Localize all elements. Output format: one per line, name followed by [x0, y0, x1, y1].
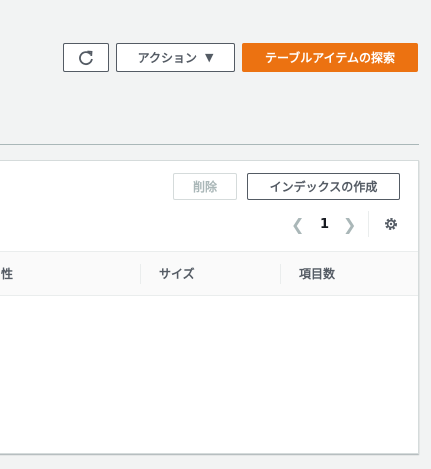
section-divider: [0, 144, 419, 145]
chevron-left-icon: ❮: [291, 214, 305, 234]
explore-items-button[interactable]: テーブルアイテムの探索: [242, 43, 418, 72]
delete-button[interactable]: 削除: [173, 173, 237, 200]
preferences-button[interactable]: [383, 211, 399, 237]
column-separator: [280, 264, 281, 284]
create-index-button[interactable]: インデックスの作成: [247, 173, 400, 200]
column-header-item-count[interactable]: 項目数: [299, 252, 335, 295]
column-separator: [140, 264, 141, 284]
caret-down-icon: ▼: [204, 51, 214, 64]
actions-label: アクション: [137, 51, 197, 65]
gear-icon: [385, 218, 397, 230]
page-number[interactable]: 1: [320, 211, 329, 237]
refresh-icon: [79, 50, 93, 65]
pager-separator: [368, 211, 369, 237]
refresh-button[interactable]: [63, 43, 109, 72]
chevron-right-icon: ❯: [343, 214, 357, 234]
prev-page-button[interactable]: ❮: [291, 211, 304, 237]
next-page-button[interactable]: ❯: [343, 211, 356, 237]
actions-dropdown-button[interactable]: アクション ▼: [116, 43, 235, 72]
column-header-size[interactable]: サイズ: [159, 252, 195, 295]
column-header-attribute[interactable]: 性: [1, 252, 13, 295]
table-header: 性 サイズ 項目数: [0, 251, 418, 296]
indexes-panel: 削除 インデックスの作成 ❮ 1 ❯ 性 サイズ 項目数: [0, 160, 419, 454]
